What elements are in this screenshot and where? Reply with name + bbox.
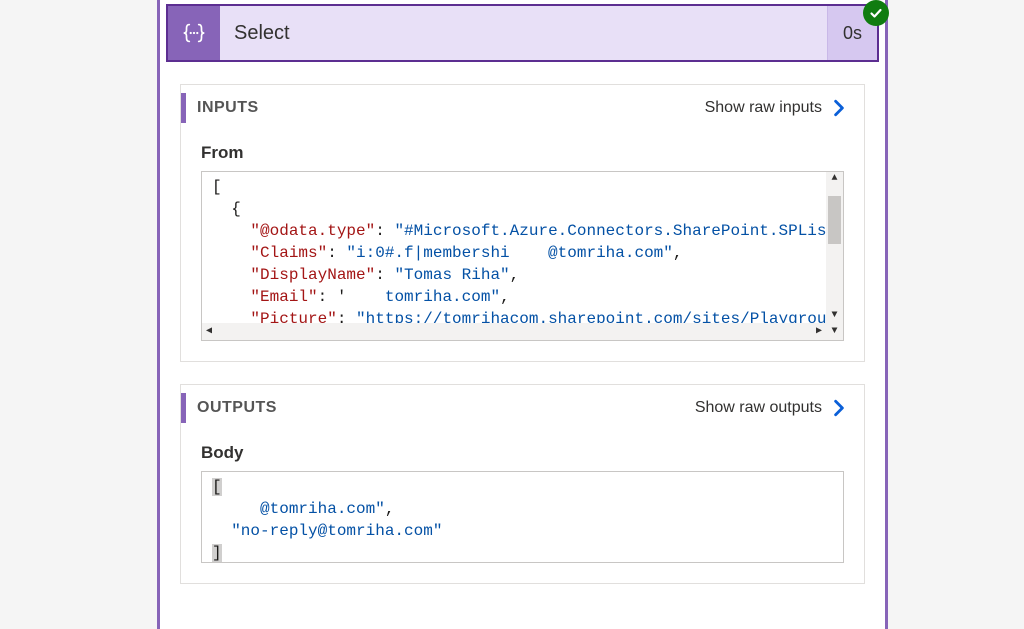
step-header[interactable]: Select 0s [166, 4, 879, 62]
body-field-label: Body [201, 443, 844, 463]
scroll-corner-icon[interactable]: ▼ [826, 323, 843, 340]
show-raw-outputs-label: Show raw outputs [695, 399, 822, 417]
chevron-right-icon [830, 399, 848, 417]
body-code-editor[interactable]: [ @tomriha.com", "no-reply@tomriha.com" … [201, 471, 844, 563]
show-raw-inputs-label: Show raw inputs [705, 99, 822, 117]
vertical-scrollbar[interactable]: ▲ ▼ [826, 172, 843, 323]
outputs-panel: OUTPUTS Show raw outputs Body [ @tomriha… [180, 384, 865, 584]
scroll-up-icon[interactable]: ▲ [826, 172, 843, 186]
show-raw-inputs-link[interactable]: Show raw inputs [705, 99, 848, 117]
outputs-panel-header: OUTPUTS Show raw outputs [181, 385, 864, 431]
from-field-label: From [201, 143, 844, 163]
inputs-heading: INPUTS [181, 99, 259, 117]
from-code-content: [ { "@odata.type": "#Microsoft.Azure.Con… [202, 172, 826, 323]
select-action-icon [168, 6, 220, 60]
horizontal-scrollbar[interactable]: ◀ ▶ [202, 323, 826, 340]
body-code-content: [ @tomriha.com", "no-reply@tomriha.com" … [202, 472, 843, 562]
success-badge-icon [863, 0, 889, 26]
from-code-editor[interactable]: [ { "@odata.type": "#Microsoft.Azure.Con… [201, 171, 844, 341]
scroll-right-icon[interactable]: ▶ [812, 321, 826, 343]
step-title: Select [220, 6, 827, 60]
step-card: Select 0s INPUTS Show raw inputs From [ … [157, 0, 888, 629]
outputs-heading: OUTPUTS [181, 399, 277, 417]
show-raw-outputs-link[interactable]: Show raw outputs [695, 399, 848, 417]
chevron-right-icon [830, 99, 848, 117]
scrollbar-thumb[interactable] [828, 196, 841, 244]
inputs-panel: INPUTS Show raw inputs From [ { "@odata.… [180, 84, 865, 362]
scroll-left-icon[interactable]: ◀ [202, 321, 216, 343]
inputs-panel-header: INPUTS Show raw inputs [181, 85, 864, 131]
